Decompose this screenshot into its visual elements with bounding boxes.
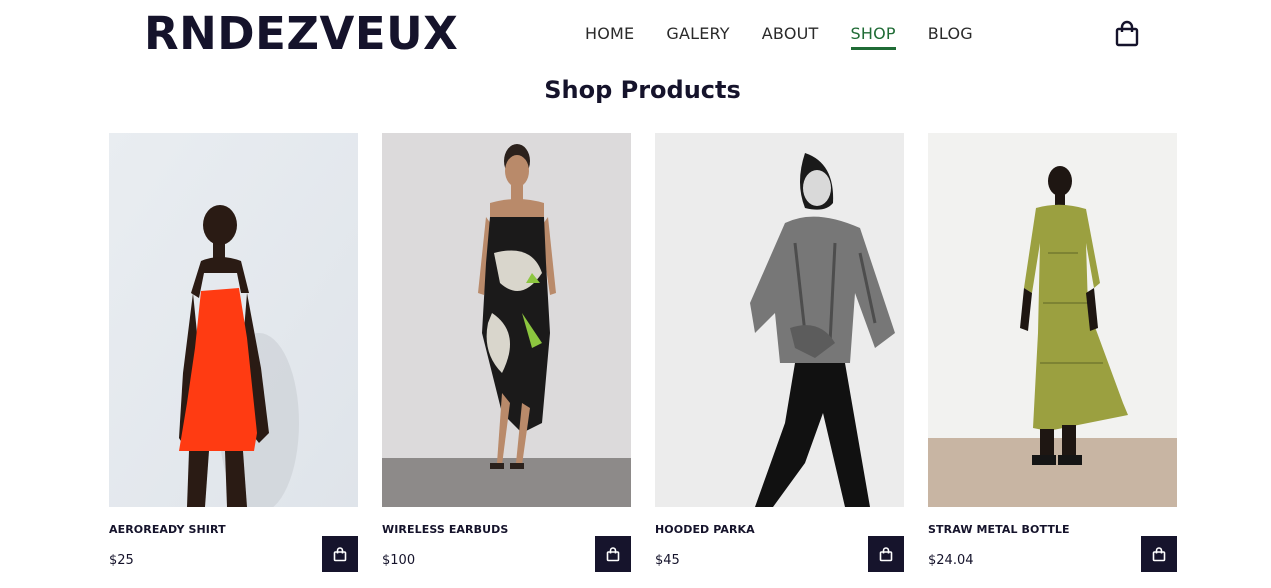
product-name[interactable]: AEROREADY SHIRT: [109, 523, 226, 536]
product-price: $24.04: [928, 553, 974, 568]
product-image[interactable]: [382, 133, 631, 507]
shopping-bag-icon: [333, 547, 347, 562]
shopping-bag-icon: [1152, 547, 1166, 562]
add-to-cart-button[interactable]: [595, 536, 631, 572]
product-card: HOODED PARKA $45: [655, 133, 904, 588]
add-to-cart-button[interactable]: [322, 536, 358, 572]
add-to-cart-button[interactable]: [868, 536, 904, 572]
nav-about[interactable]: ABOUT: [762, 24, 819, 50]
product-image[interactable]: [655, 133, 904, 507]
product-name[interactable]: HOODED PARKA: [655, 523, 755, 536]
brand-logo[interactable]: RNDEZVEUX: [144, 8, 458, 60]
nav-galery[interactable]: GALERY: [666, 24, 729, 50]
product-card: STRAW METAL BOTTLE $24.04: [928, 133, 1177, 588]
shopping-bag-icon: [606, 547, 620, 562]
nav-home[interactable]: HOME: [585, 24, 634, 50]
product-name[interactable]: WIRELESS EARBUDS: [382, 523, 508, 536]
nav-blog[interactable]: BLOG: [928, 24, 973, 50]
cart-button[interactable]: [1113, 19, 1141, 49]
product-price: $25: [109, 553, 134, 568]
add-to-cart-button[interactable]: [1141, 536, 1177, 572]
product-image[interactable]: [109, 133, 358, 507]
nav-shop[interactable]: SHOP: [850, 24, 896, 50]
shopping-bag-icon: [879, 547, 893, 562]
product-name[interactable]: STRAW METAL BOTTLE: [928, 523, 1070, 536]
product-price: $100: [382, 553, 416, 568]
product-card: WIRELESS EARBUDS $100: [382, 133, 631, 588]
site-header: RNDEZVEUX HOME GALERY ABOUT SHOP BLOG: [0, 0, 1271, 68]
shopping-bag-icon: [1115, 20, 1139, 47]
main-nav: HOME GALERY ABOUT SHOP BLOG: [585, 24, 1005, 50]
page-title: Shop Products: [544, 76, 741, 104]
product-card: AEROREADY SHIRT $25: [109, 133, 358, 588]
product-image[interactable]: [928, 133, 1177, 507]
product-price: $45: [655, 553, 680, 568]
